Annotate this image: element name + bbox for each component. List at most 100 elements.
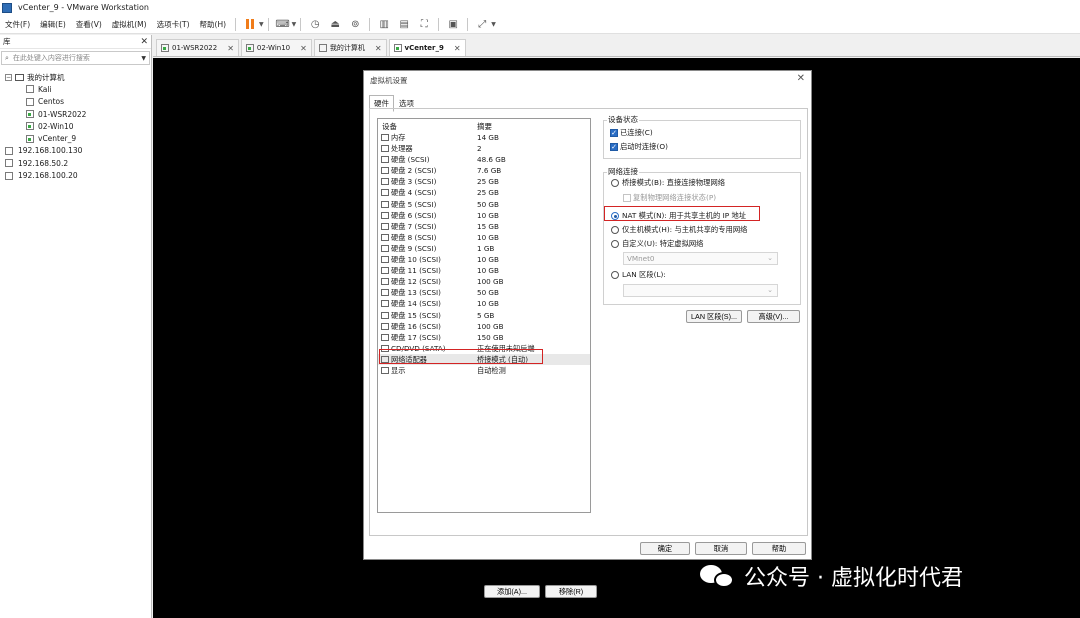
tree-item-vm[interactable]: 01-WSR2022	[0, 108, 151, 120]
connect-at-power-on-checkbox[interactable]: ✓ 启动时连接(O)	[610, 142, 668, 152]
device-row[interactable]: 硬盘 13 (SCSI) 50 GB	[378, 287, 590, 298]
close-tab-icon[interactable]: ✕	[454, 44, 461, 53]
keyboard-icon: ⌨	[275, 18, 290, 30]
show-library-button[interactable]: ▥	[376, 16, 392, 32]
advanced-button[interactable]: 高级(V)...	[747, 310, 800, 323]
stretch-guest-button[interactable]: ⤢	[474, 16, 490, 32]
device-row[interactable]: 硬盘 (SCSI) 48.6 GB	[378, 154, 590, 165]
snapshot-button[interactable]: ◷	[307, 16, 323, 32]
device-row[interactable]: 硬盘 9 (SCSI) 1 GB	[378, 243, 590, 254]
stretch-dropdown-icon[interactable]: ▼	[491, 21, 496, 28]
device-name: 硬盘 12 (SCSI)	[391, 277, 441, 287]
lan-segment-radio[interactable]: LAN 区段(L):	[611, 270, 666, 280]
menu-file[interactable]: 文件(F)	[0, 19, 35, 30]
device-row[interactable]: 硬盘 15 (SCSI) 5 GB	[378, 310, 590, 321]
custom-network-select[interactable]: VMnet0 ⌄	[623, 252, 778, 265]
toolbar-separator	[438, 17, 440, 31]
tree-item-label: 我的计算机	[27, 72, 65, 82]
lan-segment-select[interactable]: ⌄	[623, 284, 778, 297]
device-row[interactable]: 硬盘 8 (SCSI) 10 GB	[378, 232, 590, 243]
tree-item-host[interactable]: 192.168.100.20	[0, 169, 151, 181]
device-row[interactable]: 处理器 2	[378, 143, 590, 154]
snapshot-manager-icon: ⊚	[351, 18, 360, 30]
device-name: 硬盘 2 (SCSI)	[391, 166, 437, 176]
search-dropdown-icon[interactable]: ▼	[141, 55, 146, 62]
menu-vm[interactable]: 虚拟机(M)	[107, 19, 152, 30]
host-only-label: 仅主机模式(H): 与主机共享的专用网络	[622, 225, 748, 234]
tree-item-vm[interactable]: 02-Win10	[0, 120, 151, 132]
device-row[interactable]: 硬盘 2 (SCSI) 7.6 GB	[378, 165, 590, 176]
vm-icon	[26, 97, 34, 106]
lan-segments-button[interactable]: LAN 区段(S)...	[686, 310, 742, 323]
tree-item-label: vCenter_9	[38, 134, 77, 144]
menu-help[interactable]: 帮助(H)	[195, 19, 232, 30]
menu-tabs[interactable]: 选项卡(T)	[152, 19, 195, 30]
add-device-button[interactable]: 添加(A)...	[484, 585, 540, 598]
device-row[interactable]: 硬盘 16 (SCSI) 100 GB	[378, 321, 590, 332]
full-screen-button[interactable]: ⛶	[416, 16, 432, 32]
dialog-title: 虚拟机设置	[370, 76, 408, 85]
hard-disk-icon	[381, 267, 389, 275]
tree-item-host[interactable]: 192.168.100.130	[0, 145, 151, 157]
pause-button[interactable]	[242, 16, 258, 32]
replicate-state-checkbox[interactable]: 复制物理网络连接状态(P)	[623, 193, 716, 203]
device-row[interactable]: 硬盘 5 (SCSI) 50 GB	[378, 199, 590, 210]
close-tab-icon[interactable]: ✕	[227, 44, 234, 53]
device-status-label: 设备状态	[607, 114, 639, 125]
tab-02-win10[interactable]: 02-Win10 ✕	[240, 39, 312, 56]
device-row[interactable]: 硬盘 17 (SCSI) 150 GB	[378, 332, 590, 343]
dialog-close-icon[interactable]: ✕	[797, 73, 805, 84]
console-view-button[interactable]: ▣	[445, 16, 461, 32]
tree-item-vm[interactable]: Kali	[0, 83, 151, 95]
tree-item-vm[interactable]: Centos	[0, 96, 151, 108]
device-row[interactable]: 硬盘 3 (SCSI) 25 GB	[378, 176, 590, 187]
device-row[interactable]: 内存 14 GB	[378, 132, 590, 143]
send-keys-dropdown-icon[interactable]: ▼	[292, 21, 297, 28]
menu-view[interactable]: 查看(V)	[71, 19, 107, 30]
device-row[interactable]: 硬盘 6 (SCSI) 10 GB	[378, 210, 590, 221]
device-row[interactable]: 硬盘 10 (SCSI) 10 GB	[378, 254, 590, 265]
tree-item-host[interactable]: 192.168.50.2	[0, 157, 151, 169]
ok-button[interactable]: 确定	[640, 542, 690, 555]
device-row[interactable]: 硬盘 14 (SCSI) 10 GB	[378, 298, 590, 309]
power-dropdown-icon[interactable]: ▼	[259, 21, 264, 28]
lan-segment-label: LAN 区段(L):	[622, 270, 666, 279]
connected-checkbox[interactable]: ✓ 已连接(C)	[610, 128, 653, 138]
tab-01-wsr2022[interactable]: 01-WSR2022 ✕	[156, 39, 239, 56]
device-summary: 50 GB	[477, 288, 499, 298]
tree-item-my-computer[interactable]: − 我的计算机	[0, 71, 151, 83]
remove-device-button[interactable]: 移除(R)	[545, 585, 597, 598]
vm-running-icon	[161, 44, 169, 52]
thumbnail-bar-button[interactable]: ▤	[396, 16, 412, 32]
device-list[interactable]: 设备 摘要 内存 14 GB 处理器 2 硬盘 (SCSI) 48.6 GB 硬盘 2 (S…	[377, 118, 591, 513]
help-button[interactable]: 帮助	[752, 542, 806, 555]
revert-snapshot-button[interactable]: ⏏	[327, 16, 343, 32]
custom-network-radio[interactable]: 自定义(U): 特定虚拟网络	[611, 239, 703, 249]
library-search-input[interactable]: ⌕ 在此处键入内容进行搜索 ▼	[1, 51, 150, 65]
host-only-radio[interactable]: 仅主机模式(H): 与主机共享的专用网络	[611, 225, 747, 235]
library-view-icon: ▥	[379, 18, 389, 30]
device-row[interactable]: 硬盘 11 (SCSI) 10 GB	[378, 265, 590, 276]
device-row[interactable]: 硬盘 12 (SCSI) 100 GB	[378, 276, 590, 287]
device-row[interactable]: 显示 自动检测	[378, 365, 590, 376]
library-close-icon[interactable]: ✕	[140, 37, 148, 47]
snapshot-manager-button[interactable]: ⊚	[347, 16, 363, 32]
tab-vcenter-9[interactable]: vCenter_9 ✕	[388, 39, 466, 56]
collapse-icon[interactable]: −	[5, 73, 12, 81]
tree-item-label: 192.168.100.130	[18, 146, 83, 156]
processor-icon	[381, 145, 389, 153]
tree-item-vm[interactable]: vCenter_9	[0, 132, 151, 144]
window-title: vCenter_9 - VMware Workstation	[18, 3, 149, 12]
close-tab-icon[interactable]: ✕	[375, 44, 382, 53]
hard-disk-icon	[381, 322, 389, 330]
send-keys-button[interactable]: ⌨	[275, 16, 291, 32]
tab-my-computer[interactable]: 我的计算机 ✕	[313, 39, 387, 56]
cancel-button[interactable]: 取消	[695, 542, 747, 555]
device-row[interactable]: 硬盘 4 (SCSI) 25 GB	[378, 187, 590, 198]
device-row[interactable]: 硬盘 7 (SCSI) 15 GB	[378, 221, 590, 232]
tree-item-label: 192.168.50.2	[18, 158, 69, 168]
bridged-radio[interactable]: 桥接模式(B): 直接连接物理网络	[611, 178, 725, 188]
computer-icon	[318, 44, 327, 52]
menu-edit[interactable]: 编辑(E)	[35, 19, 71, 30]
close-tab-icon[interactable]: ✕	[300, 44, 307, 53]
